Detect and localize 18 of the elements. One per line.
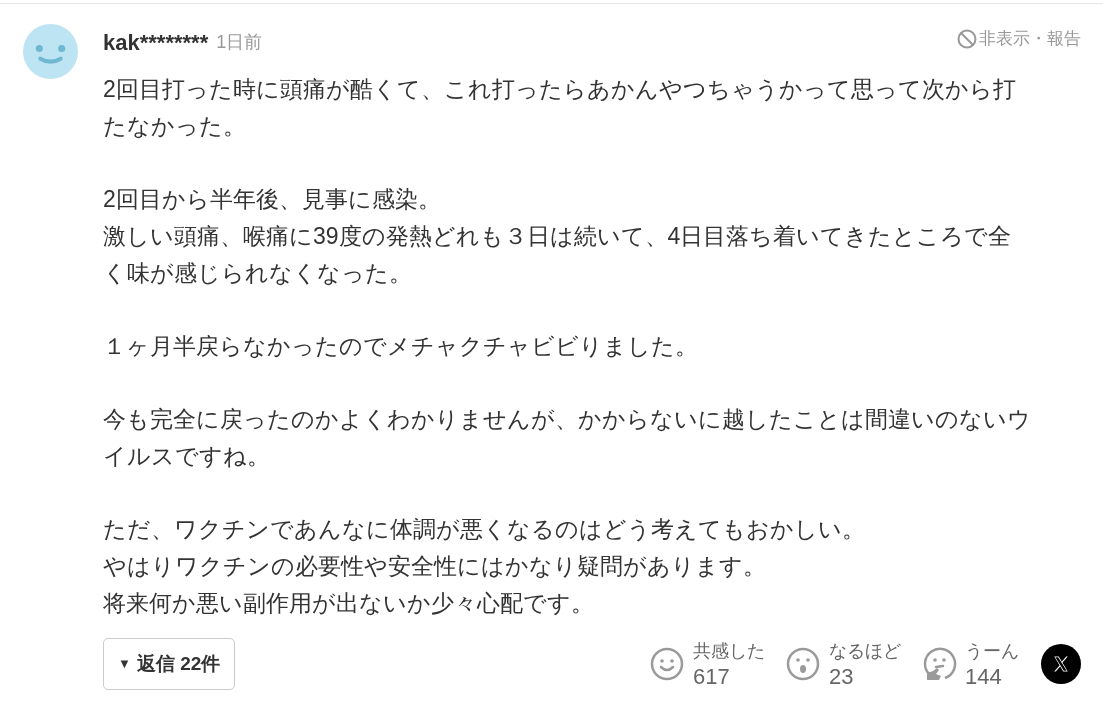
surprised-face-icon [785,646,821,682]
username[interactable]: kak******** [103,25,209,59]
comment-paragraph: 今も完全に戻ったのかよくわかりませんが、かからないに越したことは間違いのないウ イルスですね。 [103,405,1032,471]
post-time: 1日前 [216,30,263,54]
reaction-button[interactable]: うーん 144 [921,638,1019,690]
comment-paragraph: １ヶ月半戻らなかったのでメチャクチャビビりました。 [103,332,699,361]
prohibited-icon [957,29,977,49]
avatar-smiley-icon [23,24,78,79]
comment-paragraph: 2回目から半年後、見事に感染。 激しい頭痛、喉痛に39度の発熱どれも３日は続いて、4日目落ち着いてきたところで全 く味が感じられなくなった。 [103,185,1013,288]
reaction-button[interactable]: なるほど 23 [785,638,901,690]
reaction-button[interactable]: 共感した 617 [649,638,765,690]
thinking-face-icon [921,646,957,682]
comment-paragraph: 2回目打った時に頭痛が酷くて、これ打ったらあかんやつちゃうかって思って次から打 たなかった。 [103,75,1017,141]
replies-button[interactable]: ▼ 返信 22件 [103,638,236,690]
smiley-face-icon [649,646,685,682]
x-logo-icon [1052,655,1070,673]
comment-paragraph: ただ、ワクチンであんなに体調が悪くなるのはどう考えてもおかしい。 やはりワクチンの必要性や安全性にはかなり疑問があります。 将来何か悪い副作用が出ないか少々心配です。 [103,515,866,618]
share-x-button[interactable] [1041,644,1081,684]
